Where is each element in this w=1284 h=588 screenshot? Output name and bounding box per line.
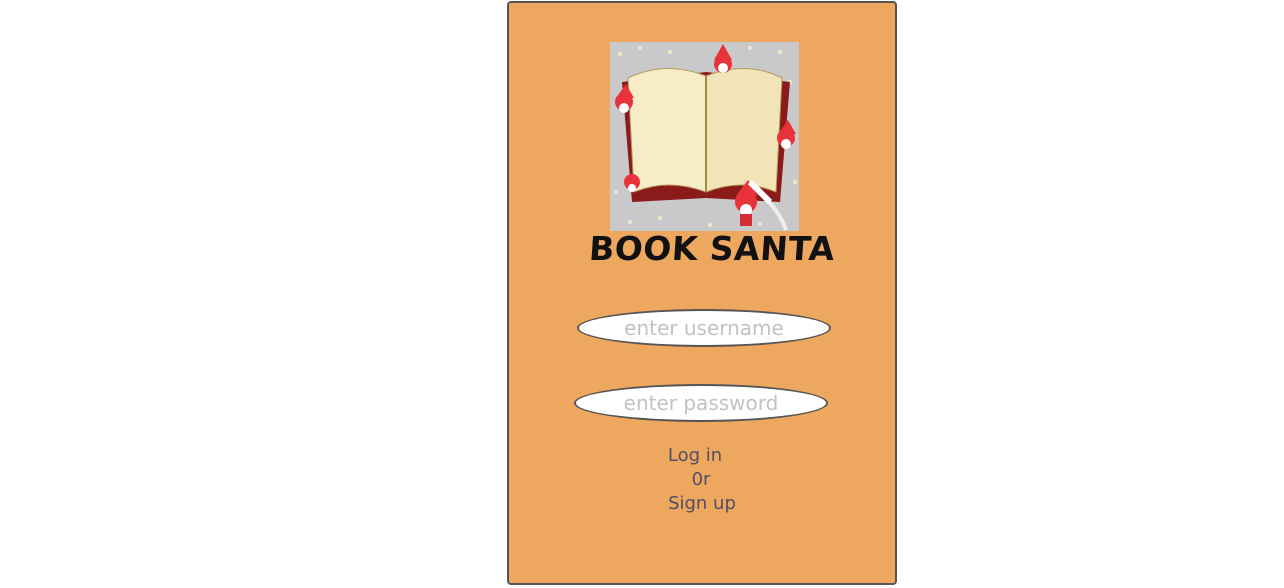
login-card: BOOK SANTA Log in 0r Sign up [507,1,897,585]
signup-button[interactable]: Sign up [668,492,736,516]
password-input[interactable] [574,384,828,422]
book-santa-logo-image [610,42,799,231]
app-title: BOOK SANTA [587,229,837,268]
or-separator-text: 0r [691,469,711,490]
auth-actions: Log in 0r Sign up [509,444,895,516]
open-book-icon [610,42,799,231]
username-input[interactable] [577,309,831,347]
login-button[interactable]: Log in [668,444,722,468]
